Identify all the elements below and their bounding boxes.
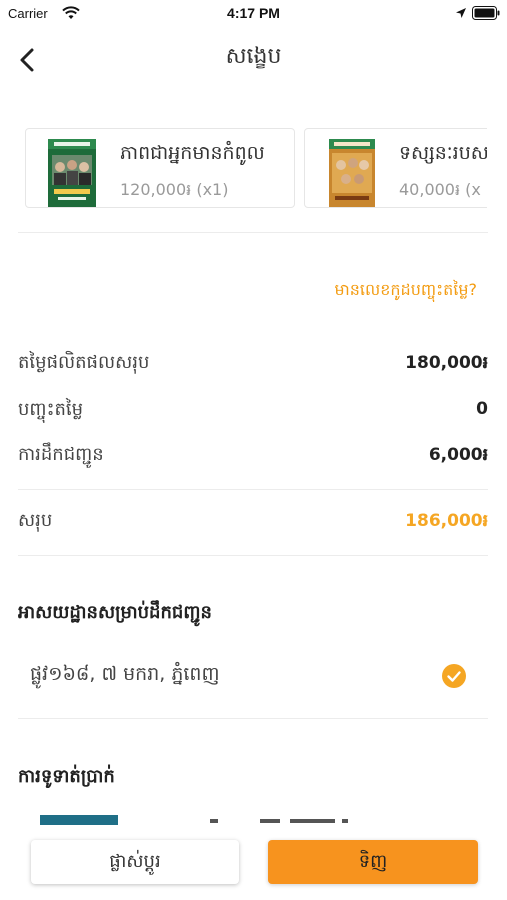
payment-method-label-fragment [210, 819, 348, 823]
product-card[interactable]: ភាពជាអ្នកមានកំពូល 120,000៛ (x1) [25, 128, 295, 208]
location-arrow-icon [456, 8, 466, 18]
check-circle-icon [442, 664, 466, 688]
product-price: 120,000៛ (x1) [120, 180, 229, 199]
payment-section-title: ការទូទាត់ប្រាក់ [18, 766, 115, 787]
shipping-row: ការដឹកជញ្ជូន 6,000៛ [18, 442, 488, 470]
shipping-value: 6,000៛ [428, 445, 488, 465]
address-text: ផ្លូវ១៦៨, ៧ មករា, ភ្នំពេញ [30, 663, 220, 685]
shipping-label: ការដឹកជញ្ជូន [18, 444, 104, 465]
bottom-action-bar: ផ្លាស់ប្តូរ ទិញ [0, 825, 507, 900]
promo-code-link[interactable]: មានលេខកូដបញ្ចុះតម្លៃ? [335, 279, 477, 303]
product-price: 40,000៛ (x [399, 180, 481, 199]
battery-icon [472, 6, 500, 20]
discount-label: បញ្ចុះតម្លៃ [18, 399, 84, 420]
total-row: សរុប 186,000៛ [18, 508, 488, 536]
product-carousel[interactable]: ភាពជាអ្នកមានកំពូល 120,000៛ (x1) ទស្សនៈរប… [0, 128, 487, 208]
discount-value: 0 [476, 399, 488, 419]
discount-row: បញ្ចុះតម្លៃ 0 [18, 397, 488, 425]
subtotal-value: 180,000៛ [405, 353, 488, 373]
divider [18, 232, 488, 233]
total-label: សរុប [18, 510, 53, 531]
product-name: ទស្សនៈរបស [399, 142, 487, 164]
divider [18, 555, 488, 556]
book-cover-image [329, 139, 375, 207]
status-bar: Carrier 4:17 PM [0, 0, 507, 28]
buy-button[interactable]: ទិញ [268, 840, 478, 884]
product-card[interactable]: ទស្សនៈរបស 40,000៛ (x [304, 128, 487, 208]
divider [18, 718, 488, 719]
book-cover-image [48, 139, 96, 207]
total-value: 186,000៛ [405, 511, 488, 531]
page-title: សង្ខេប [225, 44, 282, 69]
delivery-section-title: អាសយដ្ឋានសម្រាប់ដឹកជញ្ជូន [18, 602, 212, 623]
status-time: 4:17 PM [227, 5, 280, 21]
subtotal-label: តម្លៃផលិតផលសរុប [18, 352, 150, 373]
change-button[interactable]: ផ្លាស់ប្តូរ [31, 840, 239, 884]
divider [18, 489, 488, 490]
product-name: ភាពជាអ្នកមានកំពូល [120, 142, 265, 164]
address-option[interactable]: ផ្លូវ១៦៨, ៧ មករា, ភ្នំពេញ [18, 650, 488, 700]
subtotal-row: តម្លៃផលិតផលសរុប 180,000៛ [18, 350, 488, 378]
payment-method-logo[interactable] [40, 815, 118, 825]
